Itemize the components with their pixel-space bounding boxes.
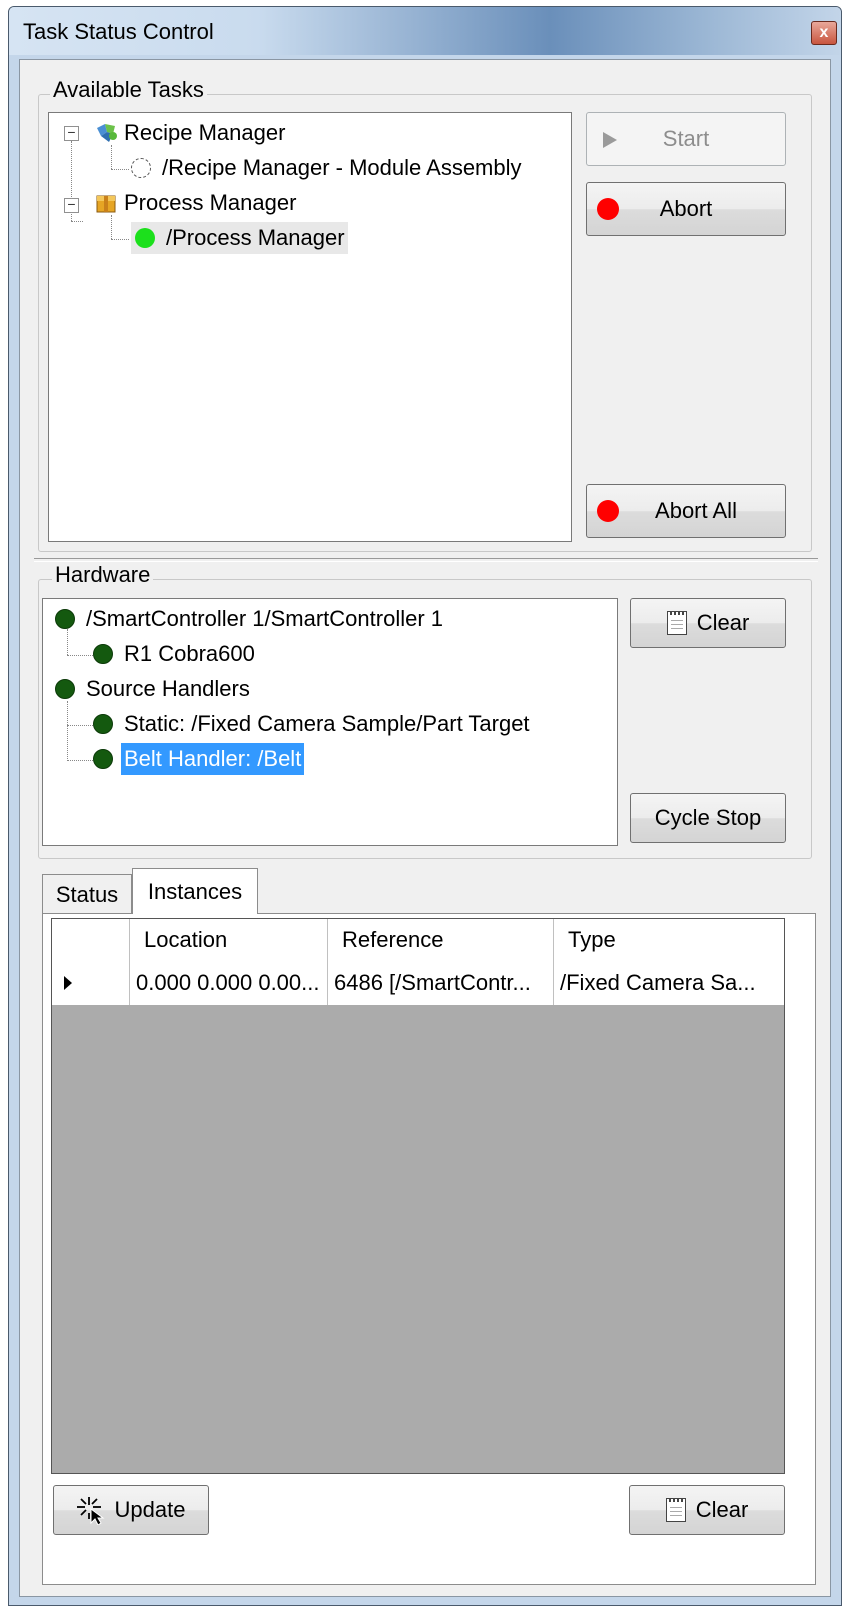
close-button[interactable]: x xyxy=(811,21,837,45)
instances-tab-page: Location Reference Type 0.000 0.000 0.00… xyxy=(42,913,816,1585)
window-client: Available Tasks − Recipe Manager /Recipe… xyxy=(19,59,831,1597)
tree-item-source-handlers[interactable]: Source Handlers xyxy=(55,673,253,705)
tree-item-label: Recipe Manager xyxy=(124,120,286,145)
status-running-icon xyxy=(135,228,155,248)
play-icon xyxy=(603,132,617,148)
notepad-icon xyxy=(665,1498,686,1522)
current-row-arrow-icon xyxy=(64,976,72,990)
tree-item-label: /Recipe Manager - Module Assembly xyxy=(162,155,522,180)
tree-item-belt-handler[interactable]: Belt Handler: /Belt xyxy=(93,743,305,775)
hardware-clear-button[interactable]: Clear xyxy=(630,598,786,648)
tab-label: Status xyxy=(55,881,119,907)
status-ok-icon xyxy=(93,714,113,734)
instances-grid[interactable]: Location Reference Type 0.000 0.000 0.00… xyxy=(51,918,785,1474)
tree-item-process-manager[interactable]: Process Manager xyxy=(93,187,299,219)
process-manager-collapse-icon[interactable]: − xyxy=(64,197,79,213)
cycle-stop-button[interactable]: Cycle Stop xyxy=(630,793,786,843)
tree-item-label: Process Manager xyxy=(124,190,297,215)
clear-label: Clear xyxy=(695,1497,749,1522)
tree-item-label: /Process Manager xyxy=(166,225,345,250)
abort-all-button[interactable]: Abort All xyxy=(586,484,786,538)
abort-all-label: Abort All xyxy=(655,498,737,523)
title-bar[interactable]: Task Status Control x xyxy=(9,7,841,55)
grid-header: Location Reference Type xyxy=(52,919,784,961)
column-header-type[interactable]: Type xyxy=(554,919,784,961)
tree-item-recipe-manager[interactable]: Recipe Manager xyxy=(93,117,288,149)
tree-item-r1-cobra600[interactable]: R1 Cobra600 xyxy=(93,638,258,670)
abort-button[interactable]: Abort xyxy=(586,182,786,236)
recipe-manager-collapse-icon[interactable]: − xyxy=(64,125,79,141)
abort-all-icon xyxy=(597,500,619,522)
update-cursor-icon xyxy=(76,1497,105,1525)
table-row[interactable]: 0.000 0.000 0.00... 6486 [/SmartContr...… xyxy=(52,961,784,1005)
available-tasks-title: Available Tasks xyxy=(50,77,207,103)
recipe-manager-icon xyxy=(97,124,117,142)
available-tasks-tree[interactable]: − Recipe Manager /Recipe Manager - Modul… xyxy=(48,112,572,542)
process-manager-icon xyxy=(96,195,116,213)
tree-item-process-manager-task[interactable]: /Process Manager xyxy=(131,222,348,254)
update-label: Update xyxy=(114,1497,186,1522)
update-button[interactable]: Update xyxy=(53,1485,209,1535)
abort-label: Abort xyxy=(659,196,713,221)
cycle-stop-label: Cycle Stop xyxy=(654,805,762,830)
clear-label: Clear xyxy=(696,610,750,635)
tree-item-static-handler[interactable]: Static: /Fixed Camera Sample/Part Target xyxy=(93,708,533,740)
tree-item-label: /SmartController 1/SmartController 1 xyxy=(86,606,444,631)
row-header-corner xyxy=(52,919,130,961)
tree-item-label: Static: /Fixed Camera Sample/Part Target xyxy=(124,711,530,736)
hardware-tree[interactable]: /SmartController 1/SmartController 1 R1 … xyxy=(42,598,618,846)
tree-item-label: R1 Cobra600 xyxy=(124,641,255,666)
tab-status[interactable]: Status xyxy=(42,874,132,914)
status-ok-icon xyxy=(55,679,75,699)
cell-type[interactable]: /Fixed Camera Sa... xyxy=(554,961,784,1005)
abort-icon xyxy=(597,198,619,220)
hardware-title: Hardware xyxy=(52,562,154,588)
tab-instances[interactable]: Instances xyxy=(132,868,258,914)
tree-item-recipe-module-assembly[interactable]: /Recipe Manager - Module Assembly xyxy=(131,152,525,184)
status-ok-icon xyxy=(55,609,75,629)
row-header[interactable] xyxy=(52,961,130,1005)
status-ok-icon xyxy=(93,644,113,664)
start-label: Start xyxy=(662,126,710,151)
cell-reference[interactable]: 6486 [/SmartContr... xyxy=(328,961,554,1005)
instances-clear-button[interactable]: Clear xyxy=(629,1485,785,1535)
tab-label: Instances xyxy=(147,878,243,904)
status-ok-icon xyxy=(93,749,113,769)
task-status-window: Task Status Control x Available Tasks − … xyxy=(8,6,842,1606)
tree-item-smartcontroller[interactable]: /SmartController 1/SmartController 1 xyxy=(55,603,446,635)
status-idle-icon xyxy=(131,158,151,178)
column-header-reference[interactable]: Reference xyxy=(328,919,554,961)
column-header-location[interactable]: Location xyxy=(130,919,328,961)
tree-item-label: Source Handlers xyxy=(86,676,250,701)
window-title: Task Status Control xyxy=(23,19,214,44)
notepad-icon xyxy=(666,611,687,635)
start-button[interactable]: Start xyxy=(586,112,786,166)
cell-location[interactable]: 0.000 0.000 0.00... xyxy=(130,961,328,1005)
tree-item-label: Belt Handler: /Belt xyxy=(121,743,305,775)
